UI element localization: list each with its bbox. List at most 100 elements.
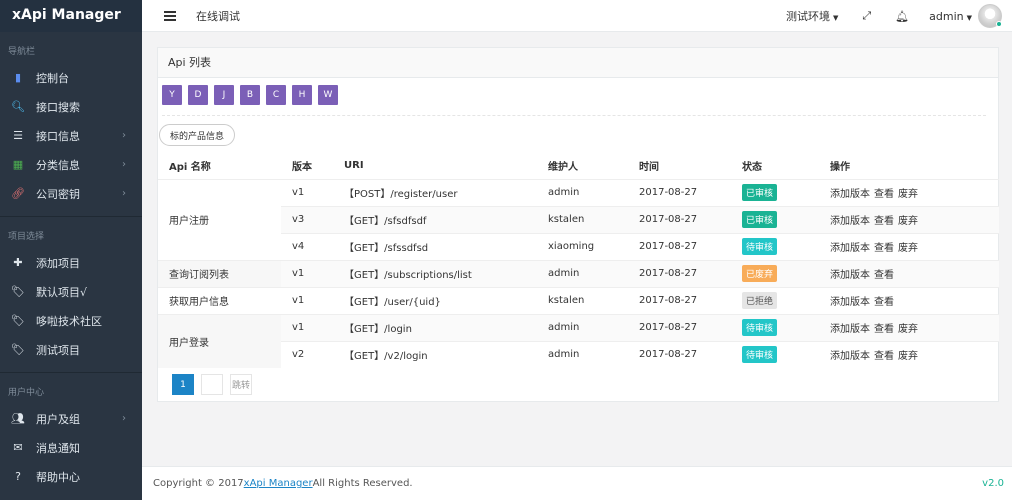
sidebar-item[interactable]: 🏷︎ 默认项目√ (0, 277, 142, 306)
deprecate-link[interactable]: 废弃 (898, 216, 918, 227)
api-actions: 添加版本 查看 废弃 (830, 313, 999, 341)
avatar[interactable] (978, 4, 1002, 28)
table-row: v3 【GET】/sfsdfsdf kstalen 2017-08-27 已审核 添加版本… (158, 205, 999, 233)
caret-down-icon: ▼ (966, 13, 972, 22)
api-uri: 【GET】/sfsdfsdf (344, 205, 548, 233)
sidebar-item[interactable]: 👥︎ 用户及组 › (0, 404, 142, 433)
sidebar-item-label: 接口信息 (36, 129, 80, 143)
sidebar-item-label: 添加项目 (36, 256, 80, 270)
panel-title: Api 列表 (158, 48, 998, 78)
column-header: Api 名称 (169, 161, 211, 173)
pagination: 1 跳转 (172, 374, 259, 395)
menu-toggle-icon[interactable] (164, 9, 176, 23)
api-uri: 【POST】/register/user (344, 178, 548, 206)
sidebar-item-label: 公司密钥 (36, 187, 80, 201)
view-link[interactable]: 查看 (874, 243, 894, 254)
user-name: admin (929, 9, 964, 23)
page-jump-input[interactable] (201, 374, 223, 395)
api-version: v1 (281, 259, 344, 287)
view-link[interactable]: 查看 (874, 216, 894, 227)
sidebar-item[interactable]: ✚ 添加项目 (0, 248, 142, 277)
sidebar-item[interactable]: 🔗︎ 公司密钥 › (0, 179, 142, 208)
letter-filter-button[interactable]: W (318, 85, 338, 105)
sidebar-item[interactable]: 🏷︎ 哆啦技术社区 (0, 306, 142, 335)
table-header: Api 名称 版本 URI 维护人 时间 状态 操作 (158, 152, 999, 179)
api-time: 2017-08-27 (639, 178, 742, 206)
view-link[interactable]: 查看 (874, 270, 894, 281)
page-jump-button[interactable]: 跳转 (230, 374, 252, 395)
status-badge: 已审核 (742, 211, 778, 228)
fullscreen-icon[interactable]: ⤢ (862, 9, 871, 23)
api-maintainer: admin (548, 178, 639, 206)
column-header: 时间 (639, 161, 659, 173)
api-actions: 添加版本 查看 (830, 259, 999, 287)
chevron-right-icon: › (122, 188, 126, 199)
add-version-link[interactable]: 添加版本 (830, 324, 870, 335)
api-actions: 添加版本 查看 (830, 286, 999, 314)
add-version-link[interactable]: 添加版本 (830, 216, 870, 227)
api-version: v1 (281, 313, 344, 341)
api-version: v1 (281, 178, 344, 206)
add-version-link[interactable]: 添加版本 (830, 297, 870, 308)
user-menu[interactable]: admin ▼ (929, 10, 972, 23)
version-label: v2.0 (982, 478, 1004, 489)
footer-link[interactable]: xApi Manager (244, 478, 313, 489)
table-row: v4 【GET】/sfssdfsd xiaoming 2017-08-27 待审核 添加版… (158, 232, 999, 260)
letter-filter-button[interactable]: B (240, 85, 260, 105)
sidebar-item[interactable]: 🏷︎ 测试项目 (0, 335, 142, 364)
add-version-link[interactable]: 添加版本 (830, 243, 870, 254)
letter-filter-button[interactable]: C (266, 85, 286, 105)
deprecate-link[interactable]: 废弃 (898, 243, 918, 254)
chevron-right-icon: › (122, 413, 126, 424)
deprecate-link[interactable]: 废弃 (898, 189, 918, 200)
status-badge: 待审核 (742, 238, 778, 255)
tag-icon: 🏷︎ (11, 343, 25, 356)
product-filter-button[interactable]: 标的产品信息 (159, 124, 235, 146)
page-button[interactable]: 1 (172, 374, 194, 395)
sidebar-item[interactable]: ▮ 控制台 (0, 63, 142, 92)
chevron-right-icon: › (122, 159, 126, 170)
sidebar-item[interactable]: ✉ 消息通知 (0, 433, 142, 462)
sidebar-section-title: 项目选择 (8, 232, 45, 242)
view-link[interactable]: 查看 (874, 324, 894, 335)
api-uri: 【GET】/subscriptions/list (344, 259, 548, 287)
add-version-link[interactable]: 添加版本 (830, 189, 870, 200)
api-actions: 添加版本 查看 废弃 (830, 340, 999, 368)
add-version-link[interactable]: 添加版本 (830, 270, 870, 281)
bar-chart-icon: ▮ (14, 71, 22, 84)
letter-filter-button[interactable]: H (292, 85, 312, 105)
sidebar-item[interactable]: ☰ 接口信息 › (0, 121, 142, 150)
api-maintainer: admin (548, 313, 639, 341)
divider (162, 115, 986, 116)
deprecate-link[interactable]: 废弃 (898, 351, 918, 362)
deprecate-link[interactable]: 废弃 (898, 324, 918, 335)
users-icon: 👥︎ (11, 412, 25, 425)
topbar: 在线调试 测试环境 ▼ ⤢ 🔔︎ admin ▼ (142, 0, 1012, 32)
sidebar-item-label: 帮助中心 (36, 470, 80, 484)
api-name: 用户注册 (158, 178, 281, 260)
footer: Copyright © 2017 xApi Manager All Rights… (142, 466, 1012, 500)
letter-filter-button[interactable]: Y (162, 85, 182, 105)
bell-icon[interactable]: 🔔︎ (895, 10, 909, 23)
letter-filter-button[interactable]: J (214, 85, 234, 105)
view-link[interactable]: 查看 (874, 297, 894, 308)
api-actions: 添加版本 查看 废弃 (830, 232, 999, 260)
column-header: 维护人 (548, 161, 578, 173)
sidebar-item[interactable]: 🔍︎ 接口搜索 (0, 92, 142, 121)
api-status-cell: 待审核 (742, 232, 830, 260)
api-maintainer: admin (548, 259, 639, 287)
status-badge: 待审核 (742, 319, 778, 336)
table-row: 用户登录 v1 【GET】/login admin 2017-08-27 待审核 添加版本查… (158, 313, 999, 368)
view-link[interactable]: 查看 (874, 189, 894, 200)
env-dropdown[interactable]: 测试环境 ▼ (786, 8, 838, 24)
letter-filter-button[interactable]: D (188, 85, 208, 105)
api-version: v4 (281, 232, 344, 260)
sidebar-item[interactable]: ▦ 分类信息 › (0, 150, 142, 179)
api-version: v2 (281, 340, 344, 368)
status-badge: 已审核 (742, 184, 778, 201)
sidebar: xApi Manager 导航栏 ▮ 控制台 🔍︎ 接口搜索 ☰ 接口信息 › ▦ 分类信息 › 🔗︎… (0, 0, 142, 500)
add-version-link[interactable]: 添加版本 (830, 351, 870, 362)
view-link[interactable]: 查看 (874, 351, 894, 362)
sidebar-item[interactable]: ? 帮助中心 (0, 462, 142, 491)
chevron-right-icon: › (122, 130, 126, 141)
